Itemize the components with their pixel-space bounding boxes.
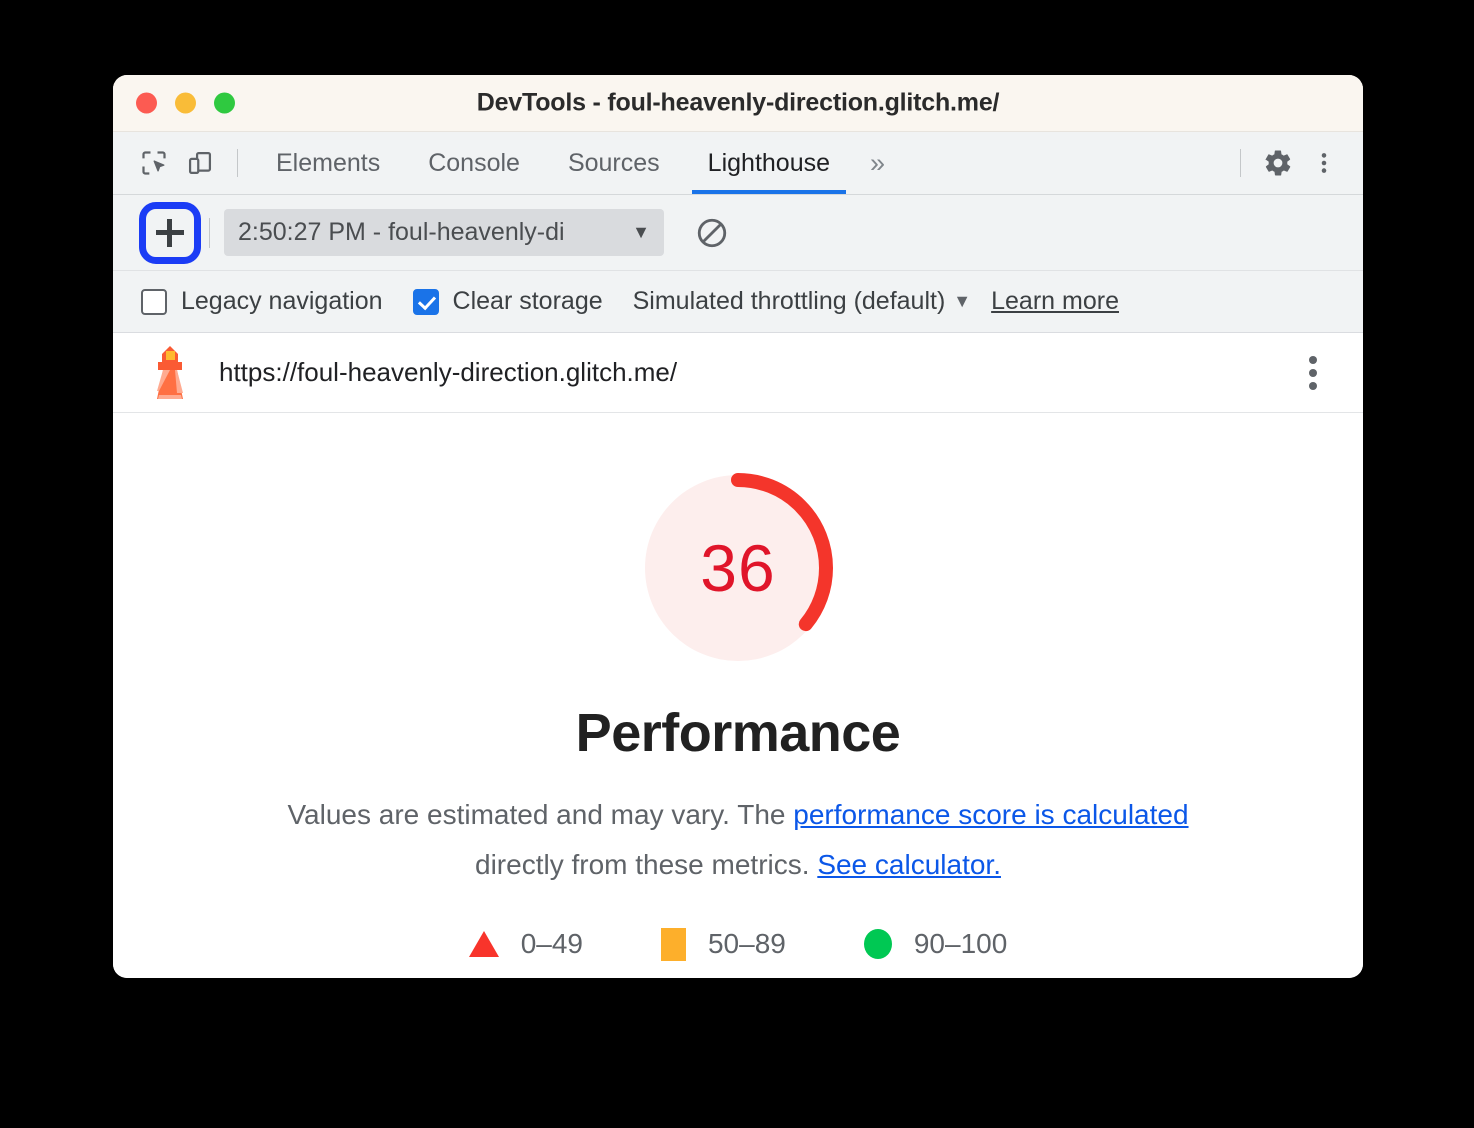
tab-elements-label: Elements [276, 148, 381, 177]
new-report-button[interactable] [139, 201, 201, 264]
inspect-element-icon[interactable] [131, 140, 177, 186]
plus-icon [156, 218, 184, 247]
legend-item-good: 90–100 [863, 928, 1008, 960]
screenshot-root: DevTools - foul-heavenly-direction.glitc… [0, 0, 1474, 1128]
window-title: DevTools - foul-heavenly-direction.glitc… [476, 88, 1000, 117]
performance-gauge: 36 [638, 468, 838, 668]
legend-label-good: 90–100 [913, 928, 1008, 960]
report-select-value: 2:50:27 PM - foul-heavenly-di [238, 218, 565, 246]
triangle-icon [468, 931, 499, 958]
description-text-1: Values are estimated and may vary. The [287, 799, 794, 830]
score-legend: 0–49 50–89 90–100 [468, 927, 1008, 961]
panel-tabs: Elements Console Sources Lighthouse » [252, 132, 901, 194]
legend-label-poor: 0–49 [520, 928, 583, 960]
devtools-window: DevTools - foul-heavenly-direction.glitc… [113, 75, 1363, 978]
see-calculator-link[interactable]: See calculator. [817, 849, 1001, 880]
report-url-row: https://foul-heavenly-direction.glitch.m… [113, 333, 1363, 413]
clear-all-icon[interactable] [690, 211, 734, 255]
category-title: Performance [575, 703, 901, 763]
chevron-down-icon: ▼ [632, 222, 650, 242]
tab-sources-label: Sources [567, 148, 660, 177]
square-icon [660, 927, 686, 961]
kebab-dot-1 [1309, 355, 1317, 364]
lighthouse-toolbar: 2:50:27 PM - foul-heavenly-di ▼ [113, 195, 1363, 271]
option-throttling[interactable]: Simulated throttling (default) ▼ Learn m… [633, 287, 1119, 316]
devtools-tab-bar: Elements Console Sources Lighthouse » [113, 132, 1363, 195]
title-bar: DevTools - foul-heavenly-direction.glitc… [113, 75, 1363, 132]
circle-icon [863, 929, 892, 960]
clear-storage-checkbox[interactable] [412, 288, 439, 315]
lighthouse-toolbar-divider [209, 217, 210, 248]
devtools-kebab-menu-icon[interactable] [1301, 140, 1347, 186]
lighthouse-icon [147, 345, 193, 401]
legend-label-average: 50–89 [707, 928, 786, 960]
report-url: https://foul-heavenly-direction.glitch.m… [219, 357, 678, 387]
tab-console-label: Console [428, 148, 520, 177]
throttling-label: Simulated throttling (default) [632, 287, 946, 315]
chevron-down-icon-throttling[interactable]: ▼ [953, 291, 971, 312]
report-select[interactable]: 2:50:27 PM - foul-heavenly-di ▼ [224, 209, 664, 256]
settings-gear-icon[interactable] [1255, 140, 1301, 186]
more-tabs-icon[interactable]: » [854, 132, 901, 194]
tab-lighthouse[interactable]: Lighthouse [684, 132, 854, 194]
report-options-icon[interactable] [1293, 353, 1333, 393]
option-legacy-navigation[interactable]: Legacy navigation [141, 287, 383, 316]
toolbar-divider-right [1240, 149, 1241, 177]
tab-sources[interactable]: Sources [544, 132, 684, 194]
kebab-dot-3 [1309, 381, 1317, 390]
device-toolbar-icon[interactable] [177, 140, 223, 186]
legend-item-poor: 0–49 [468, 928, 583, 960]
description-text-2: directly from these metrics. [475, 848, 818, 880]
clear-storage-label: Clear storage [452, 287, 603, 315]
tab-lighthouse-label: Lighthouse [707, 148, 830, 177]
kebab-dot-2 [1309, 368, 1317, 377]
lighthouse-report: 36 Performance Values are estimated and … [113, 413, 1363, 978]
tab-elements[interactable]: Elements [252, 132, 404, 194]
legacy-navigation-checkbox[interactable] [141, 288, 167, 315]
category-description: Values are estimated and may vary. The p… [243, 790, 1233, 890]
lighthouse-options-row: Legacy navigation Clear storage Simulate… [113, 271, 1363, 333]
tab-console[interactable]: Console [404, 132, 544, 194]
performance-score-link[interactable]: performance score is calculated [793, 799, 1188, 830]
new-report-button-wrapper [139, 201, 201, 264]
learn-more-link[interactable]: Learn more [991, 287, 1119, 316]
option-clear-storage[interactable]: Clear storage [412, 287, 603, 316]
gauge-score-value: 36 [700, 531, 776, 605]
tab-bar-right-actions [1226, 140, 1363, 186]
toolbar-divider [237, 149, 238, 177]
legacy-navigation-label: Legacy navigation [181, 287, 383, 315]
legend-item-average: 50–89 [660, 927, 786, 961]
